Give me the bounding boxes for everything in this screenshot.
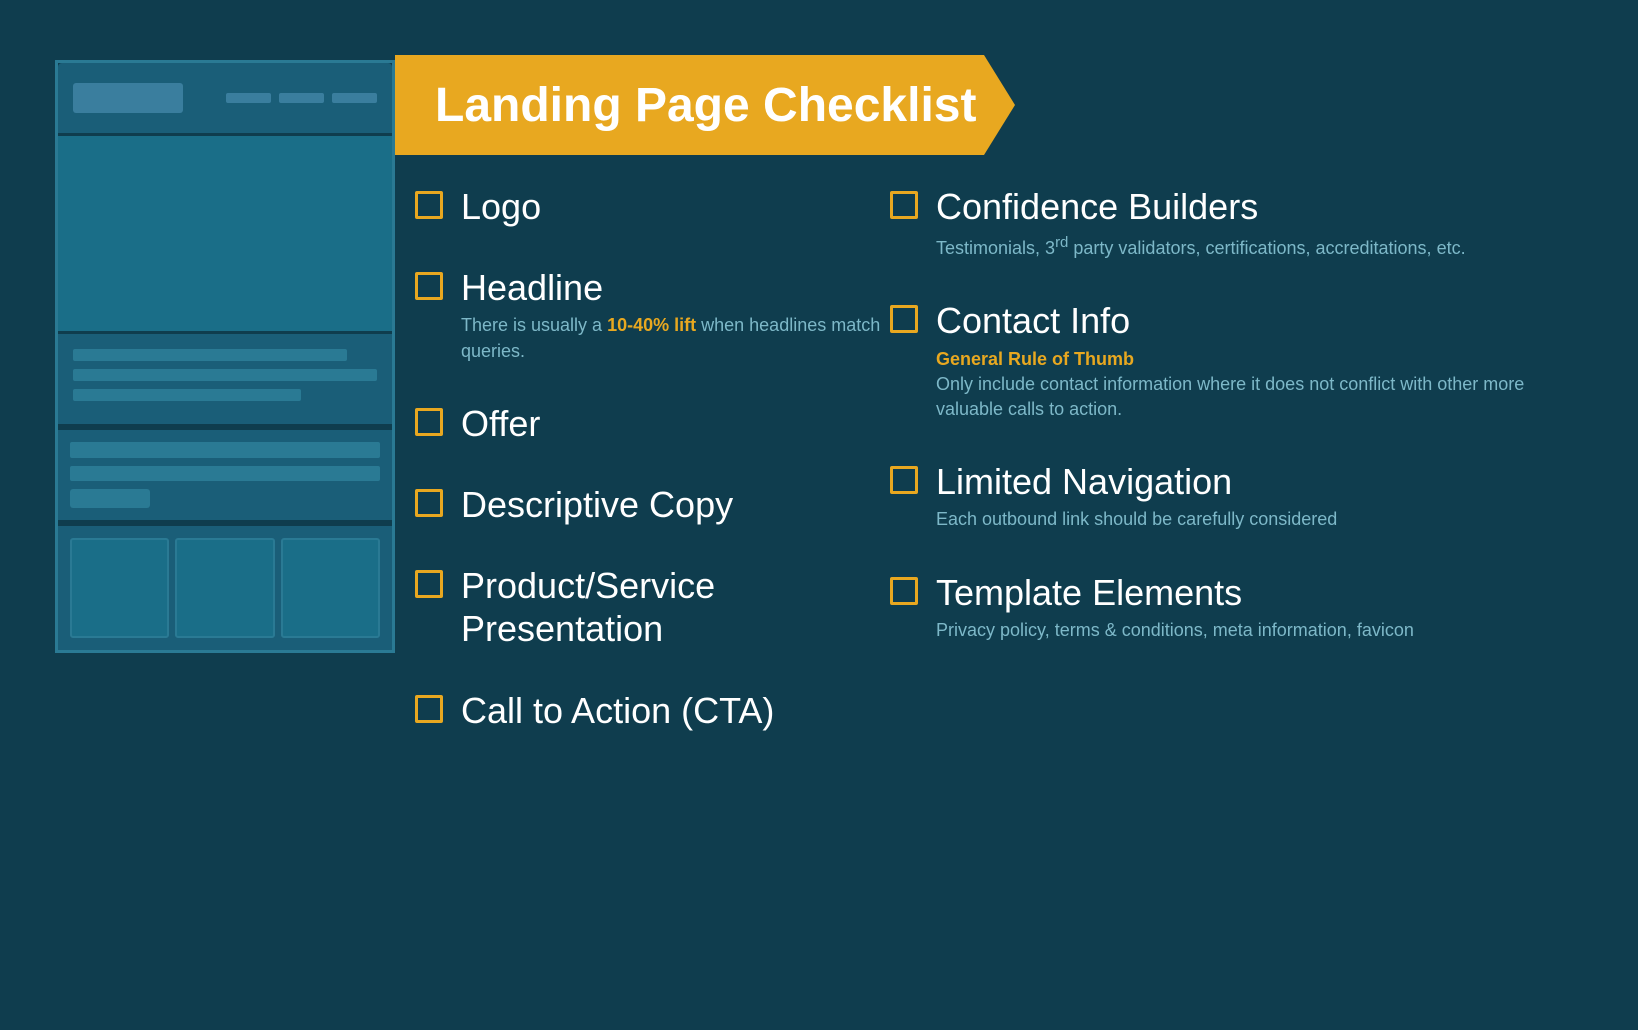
- checkbox-logo[interactable]: [415, 191, 443, 219]
- item-content-descriptive-copy: Descriptive Copy: [461, 483, 915, 526]
- wf-card: [281, 538, 380, 638]
- list-item: Call to Action (CTA): [415, 689, 915, 732]
- list-item: Product/ServicePresentation: [415, 564, 915, 650]
- checkbox-headline[interactable]: [415, 272, 443, 300]
- wf-content: [58, 334, 392, 424]
- item-title-contact-info: Contact Info: [936, 299, 1570, 342]
- item-content-product-service: Product/ServicePresentation: [461, 564, 915, 650]
- item-title-limited-navigation: Limited Navigation: [936, 460, 1570, 503]
- list-item: Contact Info General Rule of Thumb Only …: [890, 299, 1570, 422]
- wf-nav-line: [332, 93, 377, 103]
- checkbox-confidence-builders[interactable]: [890, 191, 918, 219]
- wf-form-field: [70, 442, 380, 458]
- item-desc-template-elements: Privacy policy, terms & conditions, meta…: [936, 618, 1570, 643]
- wf-button: [70, 489, 150, 508]
- wf-logo-block: [73, 83, 183, 113]
- list-item: Descriptive Copy: [415, 483, 915, 526]
- wf-nav-line: [226, 93, 271, 103]
- item-title-cta: Call to Action (CTA): [461, 689, 915, 732]
- checklist-right: Confidence Builders Testimonials, 3rd pa…: [890, 185, 1570, 681]
- item-title-template-elements: Template Elements: [936, 571, 1570, 614]
- item-content-cta: Call to Action (CTA): [461, 689, 915, 732]
- item-desc-limited-navigation: Each outbound link should be carefully c…: [936, 507, 1570, 532]
- list-item: Limited Navigation Each outbound link sh…: [890, 460, 1570, 532]
- checkbox-product-service[interactable]: [415, 570, 443, 598]
- item-content-template-elements: Template Elements Privacy policy, terms …: [936, 571, 1570, 643]
- wf-text-line: [73, 369, 377, 381]
- item-content-limited-navigation: Limited Navigation Each outbound link sh…: [936, 460, 1570, 532]
- list-item: Offer: [415, 402, 915, 445]
- item-title-product-service: Product/ServicePresentation: [461, 564, 915, 650]
- item-desc-contact-info: General Rule of Thumb Only include conta…: [936, 347, 1570, 423]
- wf-bottom-section: [58, 526, 392, 650]
- wireframe-mockup: [55, 60, 395, 740]
- item-content-logo: Logo: [461, 185, 915, 228]
- banner: Landing Page Checklist: [395, 55, 1015, 155]
- wf-text-line: [73, 389, 301, 401]
- wf-card: [175, 538, 274, 638]
- wf-header: [58, 63, 392, 133]
- item-title-headline: Headline: [461, 266, 915, 309]
- item-desc-confidence-builders: Testimonials, 3rd party validators, cert…: [936, 232, 1570, 261]
- checkbox-cta[interactable]: [415, 695, 443, 723]
- checklist-left: Logo Headline There is usually a 10-40% …: [415, 185, 915, 770]
- item-desc-headline: There is usually a 10-40% lift when head…: [461, 313, 915, 363]
- wf-form-area: [58, 430, 392, 520]
- list-item: Template Elements Privacy policy, terms …: [890, 571, 1570, 643]
- wf-text-line: [73, 349, 347, 361]
- item-title-offer: Offer: [461, 402, 915, 445]
- item-content-offer: Offer: [461, 402, 915, 445]
- item-title-confidence-builders: Confidence Builders: [936, 185, 1570, 228]
- checkbox-offer[interactable]: [415, 408, 443, 436]
- wf-hero: [58, 136, 392, 331]
- list-item: Logo: [415, 185, 915, 228]
- checkbox-template-elements[interactable]: [890, 577, 918, 605]
- item-title-descriptive-copy: Descriptive Copy: [461, 483, 915, 526]
- list-item: Confidence Builders Testimonials, 3rd pa…: [890, 185, 1570, 261]
- banner-title: Landing Page Checklist: [435, 78, 976, 133]
- list-item: Headline There is usually a 10-40% lift …: [415, 266, 915, 364]
- wf-nav-lines: [193, 93, 377, 103]
- checkbox-contact-info[interactable]: [890, 305, 918, 333]
- wf-form-field: [70, 466, 380, 482]
- wireframe-outer: [55, 60, 395, 653]
- wf-nav-line: [279, 93, 324, 103]
- wf-card: [70, 538, 169, 638]
- rule-title: General Rule of Thumb: [936, 347, 1570, 372]
- item-content-confidence-builders: Confidence Builders Testimonials, 3rd pa…: [936, 185, 1570, 261]
- checkbox-descriptive-copy[interactable]: [415, 489, 443, 517]
- item-content-headline: Headline There is usually a 10-40% lift …: [461, 266, 915, 364]
- item-title-logo: Logo: [461, 185, 915, 228]
- item-content-contact-info: Contact Info General Rule of Thumb Only …: [936, 299, 1570, 422]
- checkbox-limited-navigation[interactable]: [890, 466, 918, 494]
